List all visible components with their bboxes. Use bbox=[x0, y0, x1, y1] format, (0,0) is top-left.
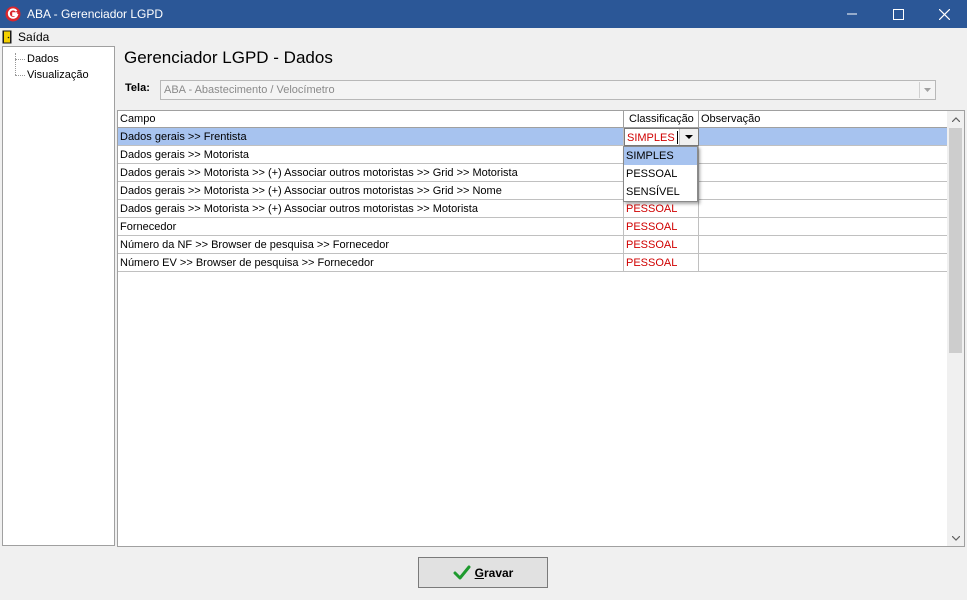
text-caret bbox=[677, 131, 678, 144]
table-row[interactable]: Número EV >> Browser de pesquisa >> Forn… bbox=[118, 254, 948, 272]
exit-door-icon bbox=[2, 30, 12, 44]
classificacao-dropdown-list: SIMPLES PESSOAL SENSÍVEL bbox=[623, 146, 698, 202]
navigation-tree: Dados Visualização bbox=[2, 46, 115, 546]
chevron-down-icon bbox=[685, 135, 693, 139]
cell-observacao[interactable] bbox=[699, 236, 948, 253]
cell-campo: Dados gerais >> Frentista bbox=[118, 128, 624, 145]
dropdown-option-pessoal[interactable]: PESSOAL bbox=[624, 165, 697, 183]
gravar-button[interactable]: Gravar bbox=[418, 557, 548, 588]
tree-connector bbox=[15, 59, 25, 60]
table-row[interactable]: Número da NF >> Browser de pesquisa >> F… bbox=[118, 236, 948, 254]
menu-bar: Saída bbox=[0, 28, 967, 46]
app-logo-icon bbox=[5, 6, 21, 22]
cell-observacao[interactable] bbox=[699, 200, 948, 217]
table-row[interactable]: Dados gerais >> Motorista >> (+) Associa… bbox=[118, 200, 948, 218]
dropdown-option-sensivel[interactable]: SENSÍVEL bbox=[624, 183, 697, 201]
tela-select-value: ABA - Abastecimento / Velocímetro bbox=[164, 84, 335, 96]
scroll-down-button[interactable] bbox=[947, 530, 964, 546]
cell-campo: Número EV >> Browser de pesquisa >> Forn… bbox=[118, 254, 624, 271]
menu-item-saida[interactable]: Saída bbox=[2, 28, 49, 46]
column-header-observacao[interactable]: Observação bbox=[699, 111, 948, 127]
classificacao-dropdown-button[interactable] bbox=[679, 129, 698, 145]
minimize-icon bbox=[847, 13, 857, 15]
table-row[interactable]: Dados gerais >> Motorista >> (+) Associa… bbox=[118, 164, 948, 182]
chevron-up-icon bbox=[951, 116, 960, 122]
cell-observacao[interactable] bbox=[699, 218, 948, 235]
cell-campo: Dados gerais >> Motorista >> (+) Associa… bbox=[118, 164, 624, 181]
cell-campo: Fornecedor bbox=[118, 218, 624, 235]
table-row[interactable]: Dados gerais >> Frentista SIMPLES bbox=[118, 128, 948, 146]
tree-connector bbox=[15, 53, 16, 75]
column-header-campo[interactable]: Campo bbox=[118, 111, 624, 127]
tela-select[interactable]: ABA - Abastecimento / Velocímetro bbox=[160, 80, 936, 100]
tree-item-dados[interactable]: Dados bbox=[27, 53, 59, 65]
close-button[interactable] bbox=[921, 0, 967, 28]
grid-header: Campo Classificação Observação bbox=[118, 111, 948, 128]
maximize-button[interactable] bbox=[875, 0, 921, 28]
checkmark-icon bbox=[453, 565, 471, 579]
cell-campo: Dados gerais >> Motorista >> (+) Associa… bbox=[118, 200, 624, 217]
cell-classificacao[interactable]: PESSOAL bbox=[624, 254, 699, 271]
maximize-icon bbox=[892, 8, 904, 20]
tela-label: Tela: bbox=[125, 82, 150, 94]
cell-classificacao[interactable]: PESSOAL bbox=[624, 200, 699, 217]
cell-observacao[interactable] bbox=[699, 164, 948, 181]
chevron-down-icon bbox=[951, 535, 960, 541]
scrollbar-thumb[interactable] bbox=[949, 128, 962, 353]
cell-campo: Dados gerais >> Motorista bbox=[118, 146, 624, 163]
minimize-button[interactable] bbox=[829, 0, 875, 28]
title-bar: ABA - Gerenciador LGPD bbox=[0, 0, 967, 28]
classificacao-editor[interactable]: SIMPLES bbox=[624, 128, 699, 146]
data-grid: Campo Classificação Observação Dados ger… bbox=[117, 110, 965, 547]
window-title: ABA - Gerenciador LGPD bbox=[27, 7, 164, 21]
cell-observacao[interactable] bbox=[699, 182, 948, 199]
tree-connector bbox=[15, 75, 25, 76]
cell-campo: Número da NF >> Browser de pesquisa >> F… bbox=[118, 236, 624, 253]
close-icon bbox=[938, 8, 950, 20]
cell-classificacao[interactable]: PESSOAL bbox=[624, 218, 699, 235]
classificacao-editor-value: SIMPLES bbox=[627, 132, 675, 144]
cell-classificacao[interactable]: PESSOAL bbox=[624, 236, 699, 253]
table-row[interactable]: Dados gerais >> Motorista bbox=[118, 146, 948, 164]
cell-observacao[interactable] bbox=[699, 254, 948, 271]
tree-item-visualizacao[interactable]: Visualização bbox=[27, 69, 89, 81]
dropdown-option-simples[interactable]: SIMPLES bbox=[624, 147, 697, 165]
chevron-down-icon[interactable] bbox=[919, 82, 934, 98]
cell-observacao[interactable] bbox=[699, 146, 948, 163]
gravar-button-label: Gravar bbox=[474, 565, 514, 580]
page-title: Gerenciador LGPD - Dados bbox=[124, 48, 333, 67]
table-row[interactable]: Fornecedor PESSOAL bbox=[118, 218, 948, 236]
cell-observacao[interactable] bbox=[699, 128, 948, 145]
scroll-up-button[interactable] bbox=[947, 111, 964, 127]
cell-campo: Dados gerais >> Motorista >> (+) Associa… bbox=[118, 182, 624, 199]
vertical-scrollbar[interactable] bbox=[947, 111, 964, 546]
column-header-classificacao[interactable]: Classificação bbox=[624, 111, 699, 127]
menu-saida-label: Saída bbox=[18, 30, 50, 44]
table-row[interactable]: Dados gerais >> Motorista >> (+) Associa… bbox=[118, 182, 948, 200]
